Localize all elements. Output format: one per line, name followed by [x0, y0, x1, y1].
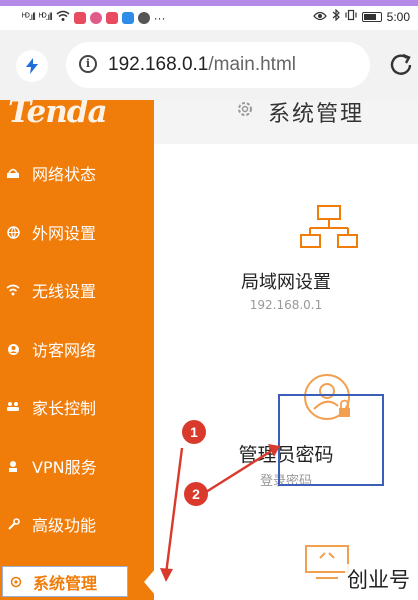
watermark: 创业号 [345, 564, 412, 594]
annotation-overlay: 1 2 [160, 420, 280, 582]
annotation-arrow-1 [164, 447, 184, 575]
annotation-arrowhead-1 [160, 568, 173, 582]
step-number-2: 2 [192, 486, 200, 502]
step-number-1: 1 [190, 424, 198, 440]
annotation-arrow-2 [205, 446, 277, 494]
